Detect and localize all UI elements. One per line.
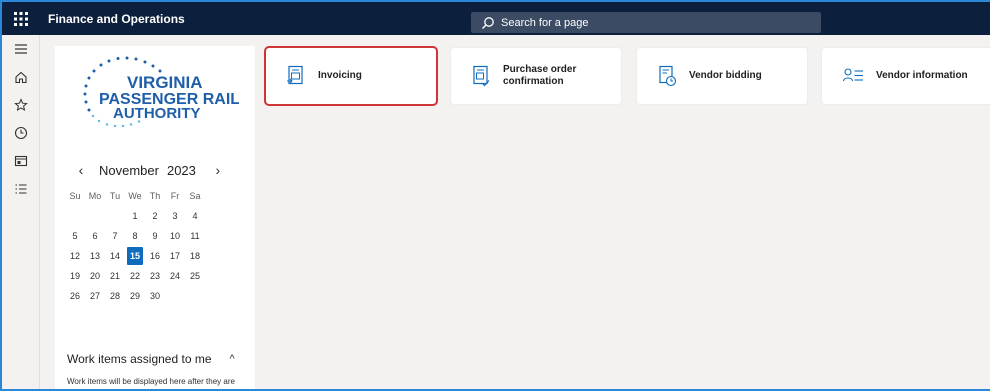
calendar-week: 12 13 14 15 16 17 18 <box>67 247 227 265</box>
calendar-year: 2023 <box>166 162 196 178</box>
calendar-day[interactable]: 21 <box>107 267 123 285</box>
calendar-day[interactable]: 27 <box>87 287 103 305</box>
calendar-month: November <box>99 162 159 178</box>
invoice-icon <box>287 65 303 85</box>
work-items-empty-text: Work items will be displayed here after … <box>67 377 235 389</box>
calendar-day[interactable]: 30 <box>147 287 163 305</box>
tile-vendor-information-label: Vendor information <box>876 70 968 81</box>
calendar-day[interactable]: 11 <box>187 227 203 245</box>
calendar-weekdays: Su Mo Tu We Th Fr Sa <box>67 187 227 205</box>
calendar-week: 19 20 21 22 23 24 25 <box>67 267 227 285</box>
workspace-icon[interactable] <box>2 147 40 175</box>
vendor-information-icon <box>842 68 863 82</box>
calendar-day[interactable]: 17 <box>167 247 183 265</box>
work-items-title: Work items assigned to me <box>67 352 212 366</box>
company-logo: VIRGINIA PASSENGER RAIL AUTHORITY <box>83 56 239 128</box>
clock-icon[interactable] <box>2 119 40 147</box>
calendar-empty-cell <box>87 207 103 225</box>
weekday-label: Tu <box>109 191 121 201</box>
calendar-day[interactable]: 6 <box>87 227 103 245</box>
calendar-day[interactable]: 23 <box>147 267 163 285</box>
left-navigation <box>2 35 40 389</box>
calendar-day[interactable]: 24 <box>167 267 183 285</box>
list-icon[interactable] <box>2 175 40 203</box>
calendar-day[interactable]: 16 <box>147 247 163 265</box>
logo-line1: VIRGINIA <box>127 73 203 92</box>
calendar-day[interactable]: 9 <box>147 227 163 245</box>
logo-line3: AUTHORITY <box>113 105 201 122</box>
tile-purchase-order-label-2: confirmation <box>503 76 564 87</box>
purchase-order-icon <box>473 65 490 87</box>
hamburger-icon[interactable] <box>2 35 40 63</box>
calendar-day[interactable]: 18 <box>187 247 203 265</box>
dashboard-content: VIRGINIA PASSENGER RAIL AUTHORITY ‹ Nove… <box>40 35 990 389</box>
calendar-day[interactable]: 8 <box>127 227 143 245</box>
calendar-day[interactable]: 3 <box>167 207 183 225</box>
weekday-label: Su <box>69 191 81 201</box>
calendar-empty-cell <box>67 207 83 225</box>
calendar-grid: Su Mo Tu We Th Fr Sa 1 2 3 4 5 6 7 8 9 10 11 12 13 14 15 16 17 1… <box>67 187 227 307</box>
star-icon[interactable] <box>2 91 40 119</box>
calendar-day[interactable]: 22 <box>127 267 143 285</box>
work-items-header: Work items assigned to me ^ <box>67 352 247 366</box>
weekday-label: Mo <box>88 191 102 201</box>
home-icon[interactable] <box>2 63 40 91</box>
tile-vendor-bidding-label: Vendor bidding <box>689 70 762 81</box>
calendar-empty-cell <box>107 207 123 225</box>
tile-invoicing-label: Invoicing <box>318 70 362 81</box>
calendar-day[interactable]: 12 <box>67 247 83 265</box>
search-icon <box>482 16 494 29</box>
calendar-week: 26 27 28 29 30 <box>67 287 227 305</box>
side-panel: VIRGINIA PASSENGER RAIL AUTHORITY ‹ Nove… <box>55 46 255 389</box>
calendar-day[interactable]: 1 <box>127 207 143 225</box>
tile-purchase-order-confirmation[interactable]: Purchase order confirmation <box>451 48 621 104</box>
app-launcher-icon[interactable] <box>2 2 40 35</box>
calendar-header: ‹ November 2023 › <box>71 160 241 180</box>
next-month-button[interactable]: › <box>208 162 228 178</box>
tile-vendor-bidding[interactable]: Vendor bidding <box>637 48 807 104</box>
weekday-label: Sa <box>189 191 201 201</box>
search-placeholder: Search for a page <box>501 16 589 29</box>
tile-purchase-order-label: Purchase order <box>503 64 577 75</box>
calendar-empty-cell <box>187 287 203 305</box>
collapse-chevron-icon[interactable]: ^ <box>230 353 235 365</box>
calendar-day[interactable]: 4 <box>187 207 203 225</box>
vendor-bidding-icon <box>659 65 677 87</box>
calendar-week: 5 6 7 8 9 10 11 <box>67 227 227 245</box>
weekday-label: We <box>128 191 142 201</box>
calendar-day[interactable]: 14 <box>107 247 123 265</box>
calendar-day[interactable]: 20 <box>87 267 103 285</box>
calendar-day[interactable]: 19 <box>67 267 83 285</box>
top-bar: Finance and Operations Search for a page <box>2 2 990 35</box>
calendar-week: 1234 <box>67 207 227 225</box>
previous-month-button[interactable]: ‹ <box>71 162 91 178</box>
calendar-day[interactable]: 10 <box>167 227 183 245</box>
calendar-day[interactable]: 28 <box>107 287 123 305</box>
calendar-day[interactable]: 29 <box>127 287 143 305</box>
weekday-label: Th <box>149 191 161 201</box>
calendar-day-today[interactable]: 15 <box>127 247 143 265</box>
calendar-empty-cell <box>167 287 183 305</box>
calendar-day[interactable]: 25 <box>187 267 203 285</box>
tile-invoicing[interactable]: Invoicing <box>264 46 438 106</box>
calendar-day[interactable]: 26 <box>67 287 83 305</box>
app-frame: Finance and Operations Search for a page <box>0 0 990 391</box>
app-title: Finance and Operations <box>48 11 185 26</box>
calendar-day[interactable]: 7 <box>107 227 123 245</box>
weekday-label: Fr <box>170 191 180 201</box>
calendar-day[interactable]: 5 <box>67 227 83 245</box>
calendar-day[interactable]: 2 <box>147 207 163 225</box>
calendar-day[interactable]: 13 <box>87 247 103 265</box>
tile-vendor-information[interactable]: Vendor information <box>822 48 990 104</box>
search-input[interactable]: Search for a page <box>471 12 821 33</box>
